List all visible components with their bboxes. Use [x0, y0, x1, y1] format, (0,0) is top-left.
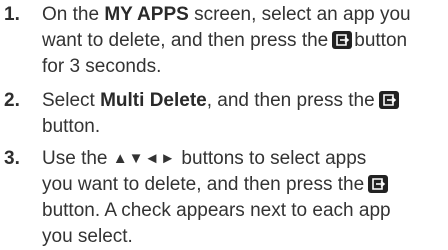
instruction-document: 1. On the MY APPS screen, select an app … [0, 0, 448, 247]
step-line: you select. [42, 226, 133, 247]
step-line: Select Multi Delete, and then press the [42, 88, 442, 114]
step-line: for 3 seconds. [42, 56, 162, 77]
step-text: Use the ▲▼◄► buttons to select apps you … [42, 146, 442, 250]
text-segment: button [354, 30, 408, 51]
step-line: button. [42, 116, 101, 137]
menu-option-name: Multi Delete [100, 90, 207, 111]
enter-button-icon [332, 31, 353, 49]
step-text: Select Multi Delete, and then press the … [42, 88, 442, 140]
arrow-buttons-icon: ▲▼◄► [112, 150, 177, 167]
step-number: 3. [4, 148, 20, 169]
step-line: you want to delete, and then press the [42, 172, 442, 198]
step-line: want to delete, and then press the button [42, 28, 442, 54]
text-segment: want to delete, and then press the [42, 30, 329, 51]
step-number: 1. [4, 4, 20, 25]
step-line: On the MY APPS screen, select an app you [42, 2, 442, 28]
enter-button-icon [368, 175, 389, 193]
enter-button-icon [378, 91, 399, 109]
screen-name: MY APPS [104, 4, 189, 25]
step-text: On the MY APPS screen, select an app you… [42, 2, 442, 80]
text-segment: you want to delete, and then press the [42, 174, 365, 195]
text-segment: buttons to select apps [176, 148, 367, 169]
text-segment: , and then press the [206, 90, 375, 111]
text-segment: screen, select an app you [188, 4, 411, 25]
text-segment: On the [42, 4, 105, 25]
text-segment: Select [42, 90, 101, 111]
step-line: Use the ▲▼◄► buttons to select apps [42, 146, 442, 172]
step-line: button. A check appears next to each app [42, 200, 391, 221]
text-segment: Use the [42, 148, 113, 169]
step-number: 2. [4, 90, 20, 111]
